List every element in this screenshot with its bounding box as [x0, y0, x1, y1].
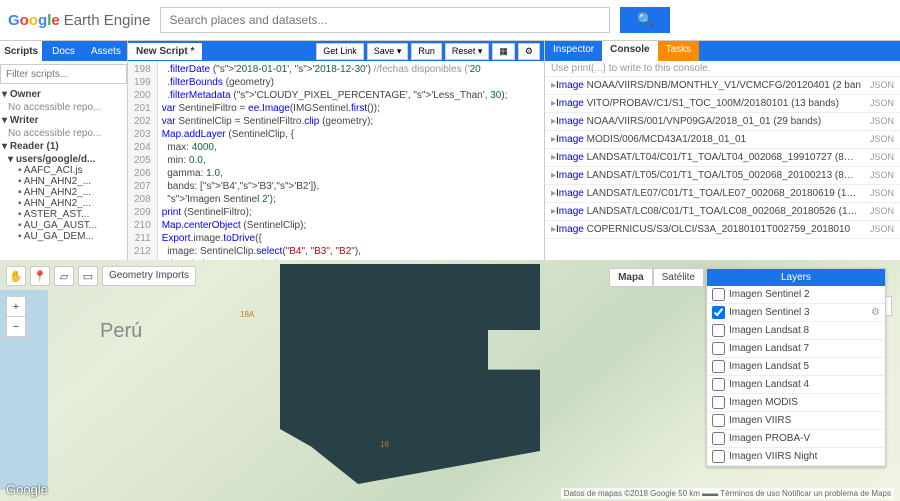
- layer-item[interactable]: Imagen VIIRS: [707, 412, 885, 430]
- save-button[interactable]: Save ▾: [367, 43, 409, 60]
- layers-header[interactable]: Layers: [707, 269, 885, 286]
- layer-item[interactable]: Imagen MODIS: [707, 394, 885, 412]
- console-row[interactable]: Image COPERNICUS/S3/OLCI/S3A_20180101T00…: [545, 221, 900, 239]
- console-row[interactable]: Image VITO/PROBAV/C1/S1_TOC_100M/2018010…: [545, 95, 900, 113]
- shape-tool[interactable]: ▱: [54, 266, 74, 286]
- layer-checkbox[interactable]: [712, 342, 725, 355]
- search-input[interactable]: [160, 7, 610, 33]
- run-button[interactable]: Run: [411, 43, 442, 60]
- code-editor[interactable]: 1981992002012022032042052062072082092102…: [128, 61, 544, 260]
- layer-checkbox[interactable]: [712, 450, 725, 463]
- tab-assets[interactable]: Assets: [85, 41, 127, 61]
- tab-scripts[interactable]: Scripts: [0, 41, 42, 61]
- map[interactable]: Perú 18A 16 ✋ 📍 ▱ ▭ Geometry Imports + −…: [0, 260, 900, 501]
- map-attribution: Datos de mapas ©2018 Google 50 km ▬▬ Tér…: [561, 488, 894, 499]
- script-file[interactable]: ASTER_AST...: [18, 209, 125, 220]
- console-row[interactable]: Image LANDSAT/LT05/C01/T1_TOA/LT05_00206…: [545, 167, 900, 185]
- scripts-tree: ▾ Owner No accessible repo... ▾ Writer N…: [0, 87, 127, 242]
- script-file[interactable]: AHN_AHN2_...: [18, 187, 125, 198]
- tree-owner[interactable]: ▾ Owner: [2, 89, 125, 100]
- layer-item[interactable]: Imagen Sentinel 2: [707, 286, 885, 304]
- layer-checkbox[interactable]: [712, 360, 725, 373]
- tree-reader[interactable]: ▾ Reader (1): [2, 141, 125, 152]
- layer-item[interactable]: Imagen VIIRS Night: [707, 448, 885, 466]
- layer-checkbox[interactable]: [712, 396, 725, 409]
- console-row[interactable]: Image MODIS/006/MCD43A1/2018_01_01JSON: [545, 131, 900, 149]
- editor-tab[interactable]: New Script *: [128, 43, 202, 60]
- apps-button[interactable]: ▦: [492, 43, 515, 60]
- search-icon: 🔍: [637, 12, 654, 28]
- script-file[interactable]: AHN_AHN2_...: [18, 198, 125, 209]
- getlink-button[interactable]: Get Link: [316, 43, 364, 60]
- script-file[interactable]: AHN_AHN2_...: [18, 176, 125, 187]
- layer-checkbox[interactable]: [712, 414, 725, 427]
- script-file[interactable]: AU_GA_AUST...: [18, 220, 125, 231]
- console-hint: Use print(...) to write to this console.: [545, 61, 900, 77]
- logo: Google Earth Engine: [8, 12, 150, 29]
- maptype-satellite[interactable]: Satélite: [653, 268, 704, 287]
- tree-repo[interactable]: ▾ users/google/d...: [8, 154, 125, 165]
- console-row[interactable]: Image LANDSAT/LT04/C01/T1_TOA/LT04_00206…: [545, 149, 900, 167]
- settings-button[interactable]: ⚙: [518, 43, 540, 60]
- tab-console[interactable]: Console: [602, 41, 657, 61]
- map-polygon: [280, 264, 540, 484]
- marker-tool[interactable]: 📍: [30, 266, 50, 286]
- layer-checkbox[interactable]: [712, 306, 725, 319]
- layer-item[interactable]: Imagen Sentinel 3⚙: [707, 304, 885, 322]
- filter-scripts-input[interactable]: [0, 64, 127, 84]
- tab-docs[interactable]: Docs: [42, 41, 84, 61]
- google-logo: Google: [6, 482, 48, 497]
- layer-checkbox[interactable]: [712, 288, 725, 301]
- zoom-in[interactable]: +: [7, 297, 25, 317]
- gear-icon[interactable]: ⚙: [871, 307, 880, 318]
- script-file[interactable]: AAFC_ACI.js: [18, 165, 125, 176]
- layers-panel: Layers Imagen Sentinel 2Imagen Sentinel …: [706, 268, 886, 467]
- search-button[interactable]: 🔍: [620, 7, 670, 33]
- script-file[interactable]: AU_GA_DEM...: [18, 231, 125, 242]
- layer-item[interactable]: Imagen Landsat 5: [707, 358, 885, 376]
- console-row[interactable]: Image NOAA/VIIRS/DNB/MONTHLY_V1/VCMCFG/2…: [545, 77, 900, 95]
- layer-checkbox[interactable]: [712, 324, 725, 337]
- map-label-peru: Perú: [100, 320, 142, 343]
- tab-inspector[interactable]: Inspector: [545, 41, 602, 61]
- layer-checkbox[interactable]: [712, 378, 725, 391]
- zoom-out[interactable]: −: [7, 317, 25, 337]
- reset-button[interactable]: Reset ▾: [445, 43, 490, 60]
- layer-item[interactable]: Imagen Landsat 4: [707, 376, 885, 394]
- layer-item[interactable]: Imagen Landsat 8: [707, 322, 885, 340]
- maptype-map[interactable]: Mapa: [609, 268, 653, 287]
- hand-tool[interactable]: ✋: [6, 266, 26, 286]
- tab-tasks[interactable]: Tasks: [658, 41, 700, 61]
- layer-item[interactable]: Imagen PROBA-V: [707, 430, 885, 448]
- geometry-imports[interactable]: Geometry Imports: [102, 266, 196, 286]
- rect-tool[interactable]: ▭: [78, 266, 98, 286]
- console-row[interactable]: Image LANDSAT/LC08/C01/T1_TOA/LC08_00206…: [545, 203, 900, 221]
- console-row[interactable]: Image LANDSAT/LE07/C01/T1_TOA/LE07_00206…: [545, 185, 900, 203]
- console-row[interactable]: Image NOAA/VIIRS/001/VNP09GA/2018_01_01 …: [545, 113, 900, 131]
- gear-icon: ⚙: [525, 46, 533, 56]
- layer-item[interactable]: Imagen Landsat 7: [707, 340, 885, 358]
- layer-checkbox[interactable]: [712, 432, 725, 445]
- tree-writer[interactable]: ▾ Writer: [2, 115, 125, 126]
